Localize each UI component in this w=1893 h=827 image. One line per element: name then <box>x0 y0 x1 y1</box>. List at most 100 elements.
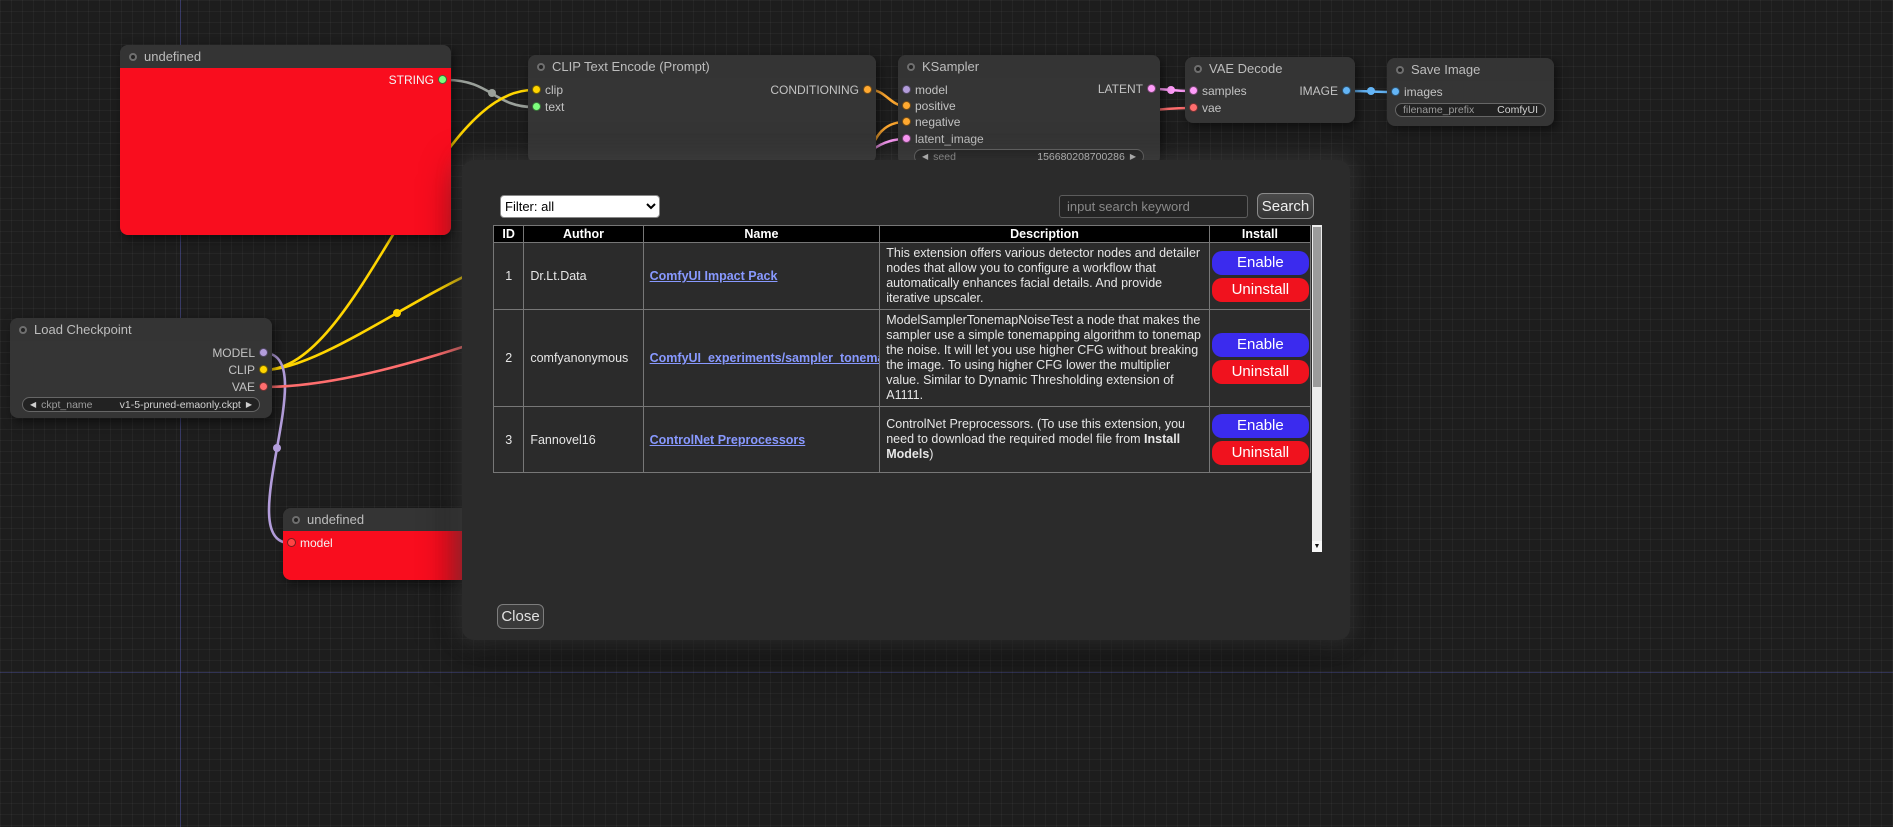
input-socket-negative[interactable] <box>902 117 911 126</box>
node-clip-text-encode[interactable]: CLIP Text Encode (Prompt) clip text COND… <box>528 55 876 163</box>
output-socket-conditioning[interactable] <box>863 85 872 94</box>
enable-button[interactable]: Enable <box>1212 414 1309 438</box>
output-label-clip: CLIP <box>228 363 255 377</box>
extension-name-link[interactable]: ControlNet Preprocessors <box>650 433 806 447</box>
extensions-table: ID Author Name Description Install 1Dr.L… <box>493 225 1311 473</box>
node-body: model positive negative latent_image LAT… <box>898 78 1160 165</box>
output-socket-model[interactable] <box>259 348 268 357</box>
input-socket-latent-image[interactable] <box>902 134 911 143</box>
node-body: samples vae IMAGE <box>1185 80 1355 123</box>
output-socket-vae[interactable] <box>259 382 268 391</box>
node-title: VAE Decode <box>1209 61 1282 76</box>
search-input[interactable] <box>1059 195 1248 218</box>
collapse-dot-icon[interactable] <box>1396 66 1404 74</box>
input-socket-positive[interactable] <box>902 101 911 110</box>
custom-nodes-manager-dialog: Filter: all Search ID Author Name Descri… <box>462 160 1350 640</box>
input-label-positive: positive <box>915 99 956 113</box>
output-label: IMAGE <box>1299 84 1338 98</box>
widget-value: v1-5-pruned-emaonly.ckpt <box>120 399 241 411</box>
widget-label: filename_prefix <box>1403 104 1474 116</box>
enable-button[interactable]: Enable <box>1212 333 1309 357</box>
next-option-arrow-icon[interactable]: ▶ <box>246 401 252 409</box>
extension-id: 2 <box>494 310 524 407</box>
input-label-model: model <box>300 536 333 550</box>
extension-name-link[interactable]: ComfyUI_experiments/sampler_tonemap <box>650 351 880 365</box>
node-title: CLIP Text Encode (Prompt) <box>552 59 710 74</box>
uninstall-button[interactable]: Uninstall <box>1212 441 1309 465</box>
node-undefined-top[interactable]: undefined STRING <box>120 45 451 235</box>
node-body: clip text CONDITIONING <box>528 78 876 163</box>
input-socket-samples[interactable] <box>1189 86 1198 95</box>
node-title: undefined <box>144 49 201 64</box>
table-header-row: ID Author Name Description Install <box>494 226 1311 243</box>
header-description: Description <box>880 226 1210 243</box>
node-title: KSampler <box>922 59 979 74</box>
header-name: Name <box>643 226 880 243</box>
collapse-dot-icon[interactable] <box>537 63 545 71</box>
enable-button[interactable]: Enable <box>1212 251 1309 275</box>
collapse-dot-icon[interactable] <box>19 326 27 334</box>
node-title-bar[interactable]: KSampler <box>898 55 1160 78</box>
input-socket-vae[interactable] <box>1189 103 1198 112</box>
collapse-dot-icon[interactable] <box>907 63 915 71</box>
extension-id: 1 <box>494 243 524 310</box>
node-title-bar[interactable]: undefined <box>120 45 451 68</box>
extension-name-link[interactable]: ComfyUI Impact Pack <box>650 269 778 283</box>
input-label-latent-image: latent_image <box>915 132 984 146</box>
ckpt-name-widget[interactable]: ◀ ckpt_name v1-5-pruned-emaonly.ckpt ▶ <box>22 397 260 412</box>
extension-description: ModelSamplerTonemapNoiseTest a node that… <box>880 310 1210 407</box>
node-title-bar[interactable]: CLIP Text Encode (Prompt) <box>528 55 876 78</box>
output-label: STRING <box>389 73 434 87</box>
output-label-vae: VAE <box>232 380 255 394</box>
extension-description: This extension offers various detector n… <box>880 243 1210 310</box>
wire-latent-midpoint-dot <box>1167 86 1175 94</box>
extension-description: ControlNet Preprocessors. (To use this e… <box>880 407 1210 473</box>
table-scrollbar[interactable]: ▼ <box>1312 225 1322 552</box>
collapse-dot-icon[interactable] <box>129 53 137 61</box>
extension-row: 3Fannovel16ControlNet PreprocessorsContr… <box>494 407 1311 473</box>
input-socket-images[interactable] <box>1391 87 1400 96</box>
collapse-dot-icon[interactable] <box>292 516 300 524</box>
node-title-bar[interactable]: VAE Decode <box>1185 57 1355 80</box>
prev-option-arrow-icon[interactable]: ◀ <box>30 401 36 409</box>
extension-name-cell: ControlNet Preprocessors <box>643 407 880 473</box>
input-socket-model[interactable] <box>902 85 911 94</box>
input-socket-clip[interactable] <box>532 85 541 94</box>
widget-value: ComfyUI <box>1497 104 1538 116</box>
collapse-dot-icon[interactable] <box>1194 65 1202 73</box>
filename-prefix-widget[interactable]: filename_prefix ComfyUI <box>1395 103 1546 117</box>
node-title: Save Image <box>1411 62 1480 77</box>
input-label-images: images <box>1404 85 1443 99</box>
node-vae-decode[interactable]: VAE Decode samples vae IMAGE <box>1185 57 1355 123</box>
node-title-bar[interactable]: Save Image <box>1387 58 1554 81</box>
output-label-model: MODEL <box>212 346 255 360</box>
node-title-bar[interactable]: Load Checkpoint <box>10 318 272 341</box>
uninstall-button[interactable]: Uninstall <box>1212 278 1309 302</box>
uninstall-button[interactable]: Uninstall <box>1212 360 1309 384</box>
input-socket-text[interactable] <box>532 102 541 111</box>
output-socket-image[interactable] <box>1342 86 1351 95</box>
wire-string-midpoint-dot <box>488 89 496 97</box>
output-socket-clip[interactable] <box>259 365 268 374</box>
close-button[interactable]: Close <box>497 604 544 629</box>
search-button[interactable]: Search <box>1257 193 1314 219</box>
extension-row: 2comfyanonymous ComfyUI_experiments/sampl… <box>494 310 1311 407</box>
filter-select[interactable]: Filter: all <box>500 195 660 218</box>
node-ksampler[interactable]: KSampler model positive negative latent_… <box>898 55 1160 165</box>
scrollbar-down-arrow-icon[interactable]: ▼ <box>1312 541 1322 552</box>
input-socket-model[interactable] <box>287 538 296 547</box>
extension-author: comfyanonymous <box>524 310 643 407</box>
header-install: Install <box>1209 226 1310 243</box>
scrollbar-thumb[interactable] <box>1313 227 1321 387</box>
output-socket-string[interactable] <box>438 75 447 84</box>
node-save-image[interactable]: Save Image images filename_prefix ComfyU… <box>1387 58 1554 126</box>
wire-clip2-midpoint-dot <box>393 309 401 317</box>
extension-install-cell: Enable Uninstall <box>1209 310 1310 407</box>
output-socket-latent[interactable] <box>1147 84 1156 93</box>
node-graph-canvas[interactable]: undefined STRING CLIP Text Encode (Promp… <box>0 0 1893 827</box>
input-label-clip: clip <box>545 83 563 97</box>
node-title: undefined <box>307 512 364 527</box>
node-load-checkpoint[interactable]: Load Checkpoint MODEL CLIP VAE ◀ ckpt_na… <box>10 318 272 418</box>
input-label-negative: negative <box>915 115 960 129</box>
node-body: images filename_prefix ComfyUI <box>1387 81 1554 126</box>
